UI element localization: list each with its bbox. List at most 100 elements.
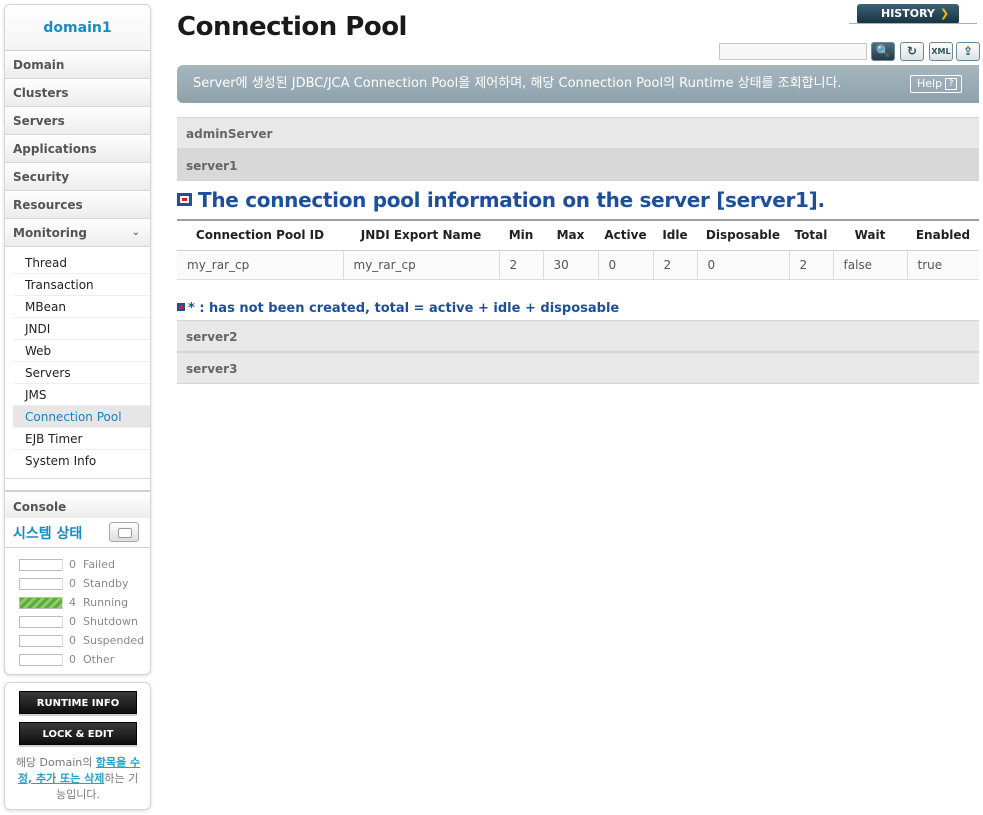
status-row-suspended: 0 Suspended [5,632,150,651]
submenu-jms[interactable]: JMS [13,384,150,406]
legend-note: * : has not been created, total = active… [177,301,619,316]
server-row-server2[interactable]: server2 [177,320,979,352]
server-row-server1[interactable]: server1 [177,149,979,181]
col-jndi-name: JNDI Export Name [343,219,499,251]
status-bar [19,578,63,590]
action-panel: RUNTIME INFO LOCK & EDIT 해당 Domain의 항목을 … [4,682,151,810]
bullet-icon [177,193,192,206]
nav-servers[interactable]: Servers [5,107,150,135]
export-icon[interactable]: ⇪ [956,42,980,61]
col-enabled: Enabled [907,219,979,251]
system-status-list: 0 Failed 0 Standby 4 Running 0 Shutdown … [5,548,150,670]
chevron-down-icon: ⌄ [131,227,140,238]
cell-pool-id: my_rar_cp [177,250,344,280]
nav-clusters[interactable]: Clusters [5,79,150,107]
page-title: Connection Pool [177,12,407,42]
col-disposable: Disposable [697,219,789,251]
connection-pool-table: Connection Pool ID JNDI Export Name Min … [177,219,979,280]
col-pool-id: Connection Pool ID [177,219,343,251]
col-max: Max [543,219,598,251]
status-label: Other [83,653,115,666]
submenu-mbean[interactable]: MBean [13,296,150,318]
lock-edit-description: 해당 Domain의 항목을 수정, 추가 또는 삭제하는 기능입니다. [15,755,141,803]
question-icon: ? [945,78,957,90]
server-row-adminserver[interactable]: adminServer [177,117,979,149]
status-row-running: 4 Running [5,594,150,613]
navigation-panel: domain1 Domain Clusters Servers Applicat… [4,4,151,675]
help-label: Help [917,77,943,90]
status-row-shutdown: 0 Shutdown [5,613,150,632]
nav-applications[interactable]: Applications [5,135,150,163]
status-bar [19,654,63,666]
help-button[interactable]: Help? [910,75,962,93]
xml-icon[interactable]: XML [929,42,953,61]
col-total: Total [789,219,833,251]
nav-monitoring-label: Monitoring [13,226,87,240]
legend-bullet-icon [177,303,185,311]
status-count: 0 [69,615,76,628]
monitoring-submenu: Thread Transaction MBean JNDI Web Server… [5,247,150,479]
history-label: HISTORY [881,7,935,20]
status-row-other: 0 Other [5,651,150,670]
cell-total: 2 [789,250,834,280]
status-bar [19,559,63,571]
cell-idle: 2 [653,250,698,280]
cell-enabled: true [907,250,979,280]
nav-monitoring[interactable]: Monitoring ⌄ [5,219,150,247]
status-label: Standby [83,577,129,590]
table-header-row: Connection Pool ID JNDI Export Name Min … [177,219,979,251]
status-bar [19,597,63,609]
status-label: Failed [83,558,115,571]
submenu-jndi[interactable]: JNDI [13,318,150,340]
lock-edit-button[interactable]: LOCK & EDIT [19,722,137,745]
section-heading: The connection pool information on the s… [177,188,825,212]
sidebar: domain1 Domain Clusters Servers Applicat… [4,4,151,810]
system-status-title: 시스템 상태 [13,526,83,542]
submenu-transaction[interactable]: Transaction [13,274,150,296]
status-bar [19,616,63,628]
nav-security[interactable]: Security [5,163,150,191]
runtime-info-button[interactable]: RUNTIME INFO [19,691,137,714]
main-content: Connection Pool HISTORY ❯ 🔍 ↻ XML ⇪ Serve… [177,0,980,815]
submenu-connection-pool[interactable]: Connection Pool [13,406,150,428]
status-row-standby: 0 Standby [5,575,150,594]
cell-max: 30 [543,250,599,280]
cell-wait: false [833,250,908,280]
col-idle: Idle [653,219,697,251]
status-count: 0 [69,634,76,647]
cell-min: 2 [499,250,544,280]
cell-jndi-name: my_rar_cp [343,250,500,280]
submenu-thread[interactable]: Thread [13,252,150,274]
submenu-system-info[interactable]: System Info [13,450,150,472]
search-icon[interactable]: 🔍 [871,42,895,61]
description-bar: Server에 생성된 JDBC/JCA Connection Pool을 제어… [177,65,979,103]
submenu-ejb-timer[interactable]: EJB Timer [13,428,150,450]
nav-console[interactable]: Console [5,490,150,518]
search-input[interactable] [719,43,867,60]
nav-domain[interactable]: Domain [5,51,150,79]
status-toggle-icon[interactable] [109,522,139,542]
status-row-failed: 0 Failed [5,556,150,575]
status-label: Running [83,596,129,609]
status-count: 0 [69,577,76,590]
status-count: 0 [69,653,76,666]
status-count: 4 [69,596,76,609]
status-label: Shutdown [83,615,138,628]
history-button[interactable]: HISTORY ❯ [857,4,959,24]
status-count: 0 [69,558,76,571]
col-min: Min [499,219,543,251]
domain-title[interactable]: domain1 [5,5,150,51]
submenu-servers[interactable]: Servers [13,362,150,384]
section-heading-text: The connection pool information on the s… [198,188,825,212]
col-wait: Wait [833,219,907,251]
status-fill [20,598,62,608]
legend-text: * : has not been created, total = active… [188,301,620,316]
lock-desc-text: 해당 Domain의 [15,756,96,769]
page-description: Server에 생성된 JDBC/JCA Connection Pool을 제어… [193,76,842,91]
server-row-server3[interactable]: server3 [177,352,979,384]
status-label: Suspended [83,634,145,647]
refresh-icon[interactable]: ↻ [900,42,924,61]
history-divider [849,23,977,24]
submenu-web[interactable]: Web [13,340,150,362]
nav-resources[interactable]: Resources [5,191,150,219]
